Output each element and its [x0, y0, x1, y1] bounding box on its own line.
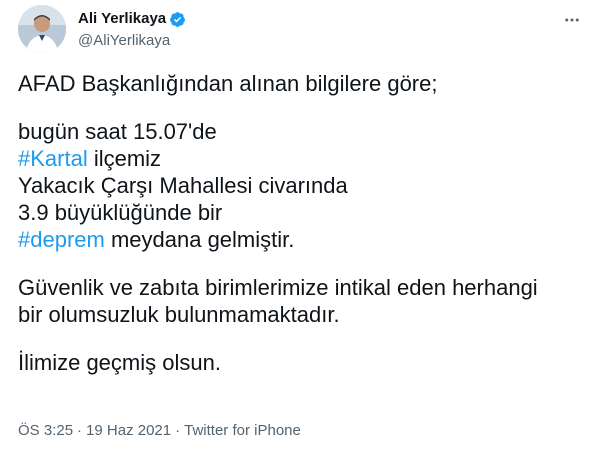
display-name[interactable]: Ali Yerlikaya [78, 9, 166, 29]
tweet-header: Ali Yerlikaya @AliYerlikaya [18, 5, 589, 53]
tweet-card: Ali Yerlikaya @AliYerlikaya AFAD Başkanl… [0, 0, 601, 449]
tweet-date[interactable]: 19 Haz 2021 [86, 422, 171, 439]
tweet-text: AFAD Başkanlığından alınan bilgilere gör… [18, 70, 585, 376]
tweet-line: Yakacık Çarşı Mahallesi civarında [18, 173, 348, 198]
hashtag-link-deprem[interactable]: #deprem [18, 227, 105, 252]
tweet-line-rest: ilçemiz [87, 146, 162, 171]
meta-separator: · [175, 422, 181, 439]
more-horizontal-icon[interactable] [561, 9, 583, 31]
verified-badge-icon [169, 11, 186, 28]
tweet-line: Güvenlik ve zabıta birimlerimize intikal… [18, 275, 538, 300]
tweet-line: İlimize geçmiş olsun. [18, 350, 221, 375]
hashtag-link-kartal[interactable]: #Kartal [18, 146, 88, 171]
tweet-time[interactable]: ÖS 3:25 [18, 422, 73, 439]
tweet-line-rest: meydana gelmiştir. [104, 227, 295, 252]
author-block: Ali Yerlikaya @AliYerlikaya [78, 9, 186, 51]
display-name-row: Ali Yerlikaya [78, 9, 186, 29]
avatar[interactable] [18, 5, 66, 53]
tweet-line: bugün saat 15.07'de [18, 119, 217, 144]
tweet-line: 3.9 büyüklüğünde bir [18, 200, 223, 225]
tweet-line: #deprem meydana gelmiştir. [18, 226, 585, 253]
avatar-image [18, 5, 66, 53]
author-handle[interactable]: @AliYerlikaya [78, 31, 186, 51]
meta-separator: · [77, 422, 83, 439]
tweet-line: AFAD Başkanlığından alınan bilgilere gör… [18, 71, 438, 96]
tweet-line: bir olumsuzluk bulunmamaktadır. [18, 302, 340, 327]
tweet-line: #Kartal ilçemiz [18, 145, 585, 172]
tweet-meta: ÖS 3:25 · 19 Haz 2021 · Twitter for iPhone [18, 421, 301, 441]
tweet-source[interactable]: Twitter for iPhone [184, 422, 301, 439]
